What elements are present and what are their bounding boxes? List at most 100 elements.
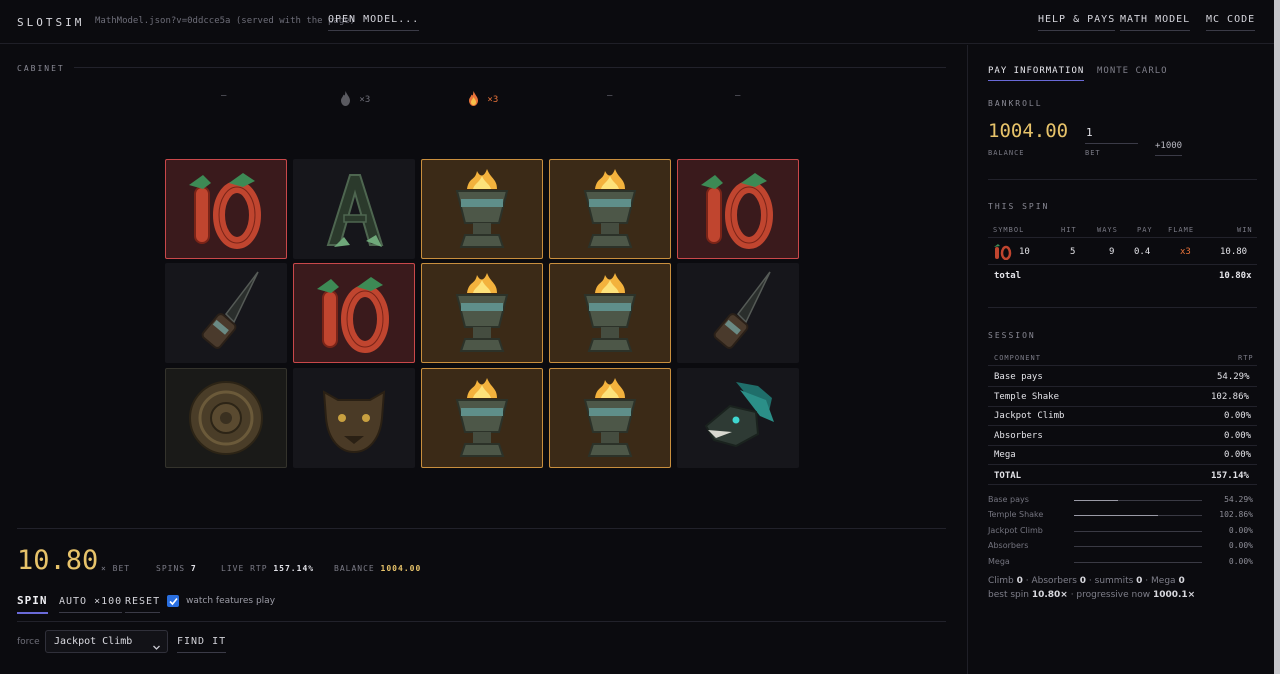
force-label: force: [17, 637, 40, 647]
divider: [988, 406, 1257, 407]
rtp-bar-label: Temple Shake: [988, 510, 1044, 519]
rtp-bar-value: 0.00%: [1228, 541, 1253, 550]
balance-stat: BALANCE 1004.00: [334, 564, 422, 573]
rtp-bar-row: Mega 0.00%: [968, 557, 1275, 569]
divider: [988, 386, 1257, 387]
col-ways: WAYS: [1097, 226, 1118, 234]
ten-icon: [701, 173, 773, 249]
divider: [988, 179, 1257, 180]
dagger-icon: [713, 271, 771, 349]
find-it-button[interactable]: FIND IT: [177, 636, 227, 653]
symbol-ten: [165, 159, 287, 259]
symbol-brazier: [421, 368, 543, 468]
window-edge: [1274, 0, 1280, 674]
divider: [17, 621, 946, 622]
session-row-rtp: 0.00%: [1224, 450, 1252, 460]
math-model-button[interactable]: MATH MODEL: [1120, 14, 1191, 31]
cabinet-label: CABINET: [17, 64, 65, 73]
win-amount: 10.80: [17, 545, 99, 576]
symbol-calendar-stone: [165, 368, 287, 468]
model-path: MathModel.json?v=0ddcce5a (served with t…: [95, 16, 356, 26]
feathered-serpent-icon: [704, 382, 774, 448]
symbol-brazier: [421, 263, 543, 363]
spin-total-value: 10.80x: [1219, 271, 1252, 281]
dagger-icon: [201, 271, 259, 349]
divider: [988, 464, 1257, 465]
symbol-jaguar: [293, 368, 415, 468]
rtp-bar-label: Absorbers: [988, 541, 1029, 550]
top-bar: SLOTSIM MathModel.json?v=0ddcce5a (serve…: [0, 0, 1280, 44]
best-spin-line: best spin 10.80× · progressive now 1000.…: [988, 590, 1196, 600]
rtp-bar-row: Temple Shake 102.86%: [968, 510, 1275, 522]
balance-caption: BALANCE: [988, 149, 1025, 157]
symbol-brazier: [421, 159, 543, 259]
divider: [988, 445, 1257, 446]
rtp-bar-value: 54.29%: [1224, 495, 1253, 504]
divider: [988, 425, 1257, 426]
chevron-down-icon: [152, 637, 161, 656]
rtp-bar-label: Base pays: [988, 495, 1029, 504]
symbol-brazier: [549, 159, 671, 259]
info-panel: PAY INFORMATION MONTE CARLO BANKROLL 100…: [967, 45, 1274, 674]
symbol-ten: [677, 159, 799, 259]
rtp-bar-fill: [1074, 515, 1158, 516]
divider: [74, 67, 946, 68]
bankroll-label: BANKROLL: [988, 99, 1043, 108]
watch-features-checkbox[interactable]: [167, 595, 179, 607]
flame-active-icon: [468, 91, 479, 109]
mc-code-button[interactable]: MC CODE: [1206, 14, 1256, 31]
flame-indicator-5: –: [735, 91, 741, 101]
divider: [988, 237, 1257, 238]
divider: [17, 528, 946, 529]
divider: [988, 365, 1257, 366]
col-win: WIN: [1237, 226, 1253, 234]
symbol-ten: [293, 263, 415, 363]
reset-button[interactable]: RESET: [125, 596, 161, 613]
session-label: SESSION: [988, 331, 1036, 340]
ace-icon: [326, 174, 384, 247]
spin-total-label: total: [994, 271, 1022, 281]
brazier-icon: [455, 273, 509, 352]
col-flame: FLAME: [1168, 226, 1195, 234]
help-pays-button[interactable]: HELP & PAYS: [1038, 14, 1116, 31]
add-1000-button[interactable]: +1000: [1155, 141, 1183, 156]
session-row-name: Jackpot Climb: [994, 411, 1065, 421]
rtp-bar-track: [1074, 500, 1202, 501]
ten-icon: [317, 277, 389, 353]
open-model-button[interactable]: OPEN MODEL...: [328, 14, 420, 31]
rtp-bar-label: Jackpot Climb: [988, 526, 1043, 535]
tab-pay-information[interactable]: PAY INFORMATION: [988, 66, 1085, 81]
col-pay: PAY: [1137, 226, 1153, 234]
col-hit: HIT: [1061, 226, 1077, 234]
session-row-rtp: 54.29%: [1217, 372, 1250, 382]
spin-button[interactable]: SPIN: [17, 594, 48, 614]
rtp-bar-value: 0.00%: [1228, 557, 1253, 566]
divider: [988, 484, 1257, 485]
watch-features-label: watch features play: [186, 596, 276, 606]
tab-monte-carlo[interactable]: MONTE CARLO: [1097, 66, 1168, 80]
bet-input[interactable]: 1: [1085, 123, 1138, 144]
rtp-bar-track: [1074, 546, 1202, 547]
spins-stat: SPINS 7: [156, 564, 197, 573]
rtp-bar-value: 0.00%: [1228, 526, 1253, 535]
symbol-ace: [293, 159, 415, 259]
symbol-brazier: [549, 263, 671, 363]
bankroll-balance: 1004.00: [988, 120, 1069, 142]
symbol-brazier: [549, 368, 671, 468]
session-row-name: Base pays: [994, 372, 1043, 382]
rtp-bar-row: Absorbers 0.00%: [968, 541, 1275, 553]
brazier-icon: [583, 273, 637, 352]
session-row-name: Absorbers: [994, 431, 1043, 441]
brand-logo: SLOTSIM: [17, 16, 85, 29]
brazier-icon: [455, 169, 509, 248]
flame-indicator-1: –: [221, 91, 227, 101]
rtp-bar-value: 102.86%: [1219, 510, 1253, 519]
win-unit: × BET: [101, 564, 131, 573]
rtp-bar-row: Jackpot Climb 0.00%: [968, 526, 1275, 538]
session-row-rtp: 0.00%: [1224, 431, 1252, 441]
cabinet-panel: CABINET – ×3 ×3 – – 10.80 × BET SPINS 7 …: [0, 45, 966, 674]
ten-icon: [189, 173, 261, 249]
force-feature-select[interactable]: Jackpot Climb: [45, 630, 168, 653]
auto-spin-button[interactable]: AUTO ×100: [59, 596, 123, 613]
col-component: COMPONENT: [994, 354, 1041, 362]
